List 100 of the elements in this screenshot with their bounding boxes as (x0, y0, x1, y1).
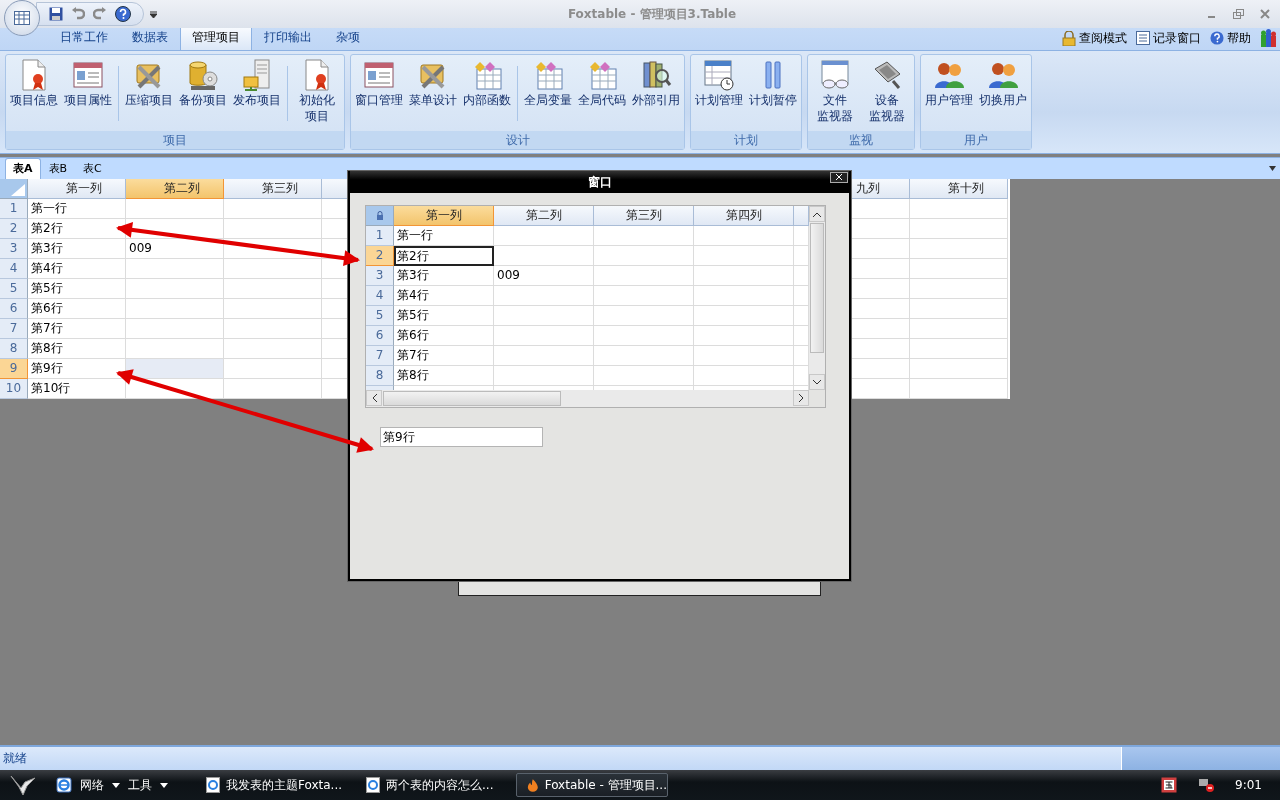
row-header[interactable]: 3 (0, 239, 28, 259)
undo-icon[interactable] (71, 7, 85, 21)
ribbon-button[interactable]: 窗口管理 (353, 58, 405, 108)
ribbon-button[interactable]: 内部函数 (461, 58, 513, 108)
dropdown-icon[interactable] (1269, 166, 1276, 171)
ribbon-button[interactable]: 计划管理 (693, 58, 745, 108)
toolbar-menu[interactable]: 工具 (128, 776, 152, 794)
caret-icon[interactable] (112, 782, 120, 788)
network-disconnected-icon[interactable] (1197, 777, 1216, 793)
row-header[interactable]: 9 (0, 359, 28, 379)
ribbon-button[interactable]: 项目信息 (8, 58, 60, 108)
browser-icon (366, 777, 380, 793)
row-header[interactable]: 5 (366, 306, 394, 326)
row-header[interactable]: 2 (366, 246, 394, 266)
scroll-up-icon[interactable] (813, 211, 821, 217)
ribbon-tab[interactable]: 数据表 (120, 25, 180, 50)
group-title: 设计 (351, 131, 684, 149)
column-header[interactable]: 第二列 (494, 206, 594, 226)
ribbon-button[interactable]: 全局变量 (522, 58, 574, 108)
help-icon[interactable] (115, 6, 131, 22)
caret-icon[interactable] (160, 782, 168, 788)
column-header[interactable]: 第一列 (394, 206, 494, 226)
ribbon-button[interactable]: 切换用户 (977, 58, 1029, 108)
vertical-scrollbar[interactable] (809, 206, 825, 390)
row-header[interactable]: 2 (0, 219, 28, 239)
text-field[interactable]: 第9行 (380, 427, 543, 447)
column-header[interactable]: 第三列 (594, 206, 694, 226)
lock-icon (1062, 30, 1076, 46)
sheet-tab[interactable]: 表C (75, 158, 110, 179)
form-icon (72, 59, 104, 91)
horizontal-scrollbar[interactable] (366, 390, 809, 407)
row-header[interactable]: 3 (366, 266, 394, 286)
scroll-left-icon[interactable] (371, 394, 377, 402)
ribbon-button[interactable]: 发布项目 (231, 58, 283, 108)
lock-icon[interactable] (366, 206, 394, 226)
row-header[interactable]: 1 (366, 226, 394, 246)
row-header[interactable]: 7 (366, 346, 394, 366)
input-method-icon[interactable] (1161, 777, 1178, 793)
column-header[interactable]: 第四列 (694, 206, 794, 226)
ribbon-link[interactable]: 查阅模式 (1079, 29, 1127, 47)
sheet-tab[interactable]: 表A (5, 158, 41, 179)
database-icon (187, 59, 219, 91)
redo-icon[interactable] (93, 7, 107, 21)
row-header[interactable]: 6 (366, 326, 394, 346)
row-header[interactable]: 4 (0, 259, 28, 279)
ribbon-button[interactable]: 用户管理 (923, 58, 975, 108)
application-button[interactable] (4, 0, 40, 36)
row-header[interactable]: 6 (0, 299, 28, 319)
ribbon-tab[interactable]: 杂项 (324, 25, 372, 50)
close-icon[interactable] (830, 172, 848, 183)
toolbar-menu[interactable]: 网络 (80, 776, 104, 794)
column-header[interactable]: 第三列 (224, 179, 322, 199)
calendar-icon (703, 59, 735, 91)
row-header[interactable]: 8 (0, 339, 28, 359)
ribbon-button[interactable]: 外部引用 (630, 58, 682, 108)
restore-icon[interactable] (1233, 9, 1244, 19)
ribbon-button[interactable]: 计划暂停 (747, 58, 799, 108)
ribbon-tab[interactable]: 打印输出 (252, 25, 324, 50)
customize-dropdown-icon[interactable] (150, 10, 157, 18)
taskbar-button[interactable]: 我发表的主题Foxta... (196, 773, 348, 797)
column-header[interactable]: 第二列 (126, 179, 224, 199)
row-header[interactable]: 1 (0, 199, 28, 219)
table-cell: 009 (494, 266, 594, 286)
column-header[interactable]: 第一列 (28, 179, 126, 199)
ribbon-button[interactable]: 菜单设计 (407, 58, 459, 108)
clock: 9:01 (1235, 778, 1262, 792)
paper-crane-icon[interactable] (10, 774, 36, 796)
users-icon (933, 60, 965, 90)
ribbon-button[interactable]: 设备 监视器 (862, 58, 912, 124)
row-header[interactable]: 5 (0, 279, 28, 299)
ribbon-tab[interactable]: 日常工作 (48, 25, 120, 50)
sheet-tab[interactable]: 表B (40, 158, 76, 179)
ribbon-button[interactable]: 项目属性 (62, 58, 114, 108)
row-header[interactable]: 7 (0, 319, 28, 339)
ribbon-link[interactable]: 记录窗口 (1153, 29, 1201, 47)
save-icon[interactable] (49, 7, 63, 21)
scroll-down-icon[interactable] (813, 379, 821, 385)
table-cell: 第4行 (394, 286, 494, 306)
ribbon-button[interactable]: 全局代码 (576, 58, 628, 108)
taskbar-button[interactable]: 两个表的内容怎么... (356, 773, 508, 797)
row-header[interactable]: 4 (366, 286, 394, 306)
table-cell: 第3行 (28, 239, 126, 259)
ribbon-link[interactable]: 帮助 (1227, 29, 1251, 47)
table-cell: 第5行 (394, 306, 494, 326)
browser-icon[interactable] (56, 777, 72, 793)
scroll-right-icon[interactable] (798, 394, 804, 402)
ribbon-button[interactable]: 备份项目 (177, 58, 229, 108)
column-header[interactable]: 第十列 (910, 179, 1008, 199)
table-cell: 第8行 (394, 366, 494, 386)
table-cell: 第3行 (394, 266, 494, 286)
row-header[interactable]: 10 (0, 379, 28, 399)
table-cell: 第6行 (28, 299, 126, 319)
ribbon-button[interactable]: 初始化 项目 (292, 58, 342, 124)
taskbar-button[interactable]: Foxtable - 管理项目... (516, 773, 668, 797)
current-cell[interactable] (126, 359, 224, 379)
ribbon-button[interactable]: 压缩项目 (123, 58, 175, 108)
table-cell: 第10行 (28, 379, 126, 399)
users-icon[interactable] (1260, 29, 1278, 47)
row-header[interactable]: 8 (366, 366, 394, 386)
ribbon-button[interactable]: 文件 监视器 (810, 58, 860, 124)
